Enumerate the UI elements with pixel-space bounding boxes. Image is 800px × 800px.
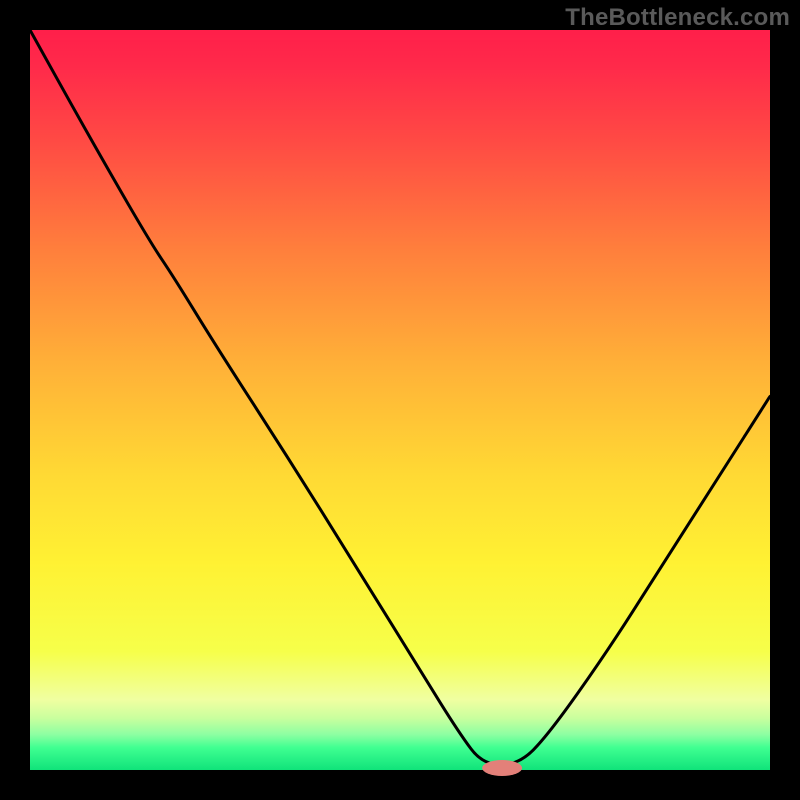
optimum-marker <box>482 760 522 776</box>
gradient-background <box>30 30 770 770</box>
bottleneck-chart <box>0 0 800 800</box>
chart-frame: { "watermark": "TheBottleneck.com", "plo… <box>0 0 800 800</box>
watermark-label: TheBottleneck.com <box>565 4 790 32</box>
